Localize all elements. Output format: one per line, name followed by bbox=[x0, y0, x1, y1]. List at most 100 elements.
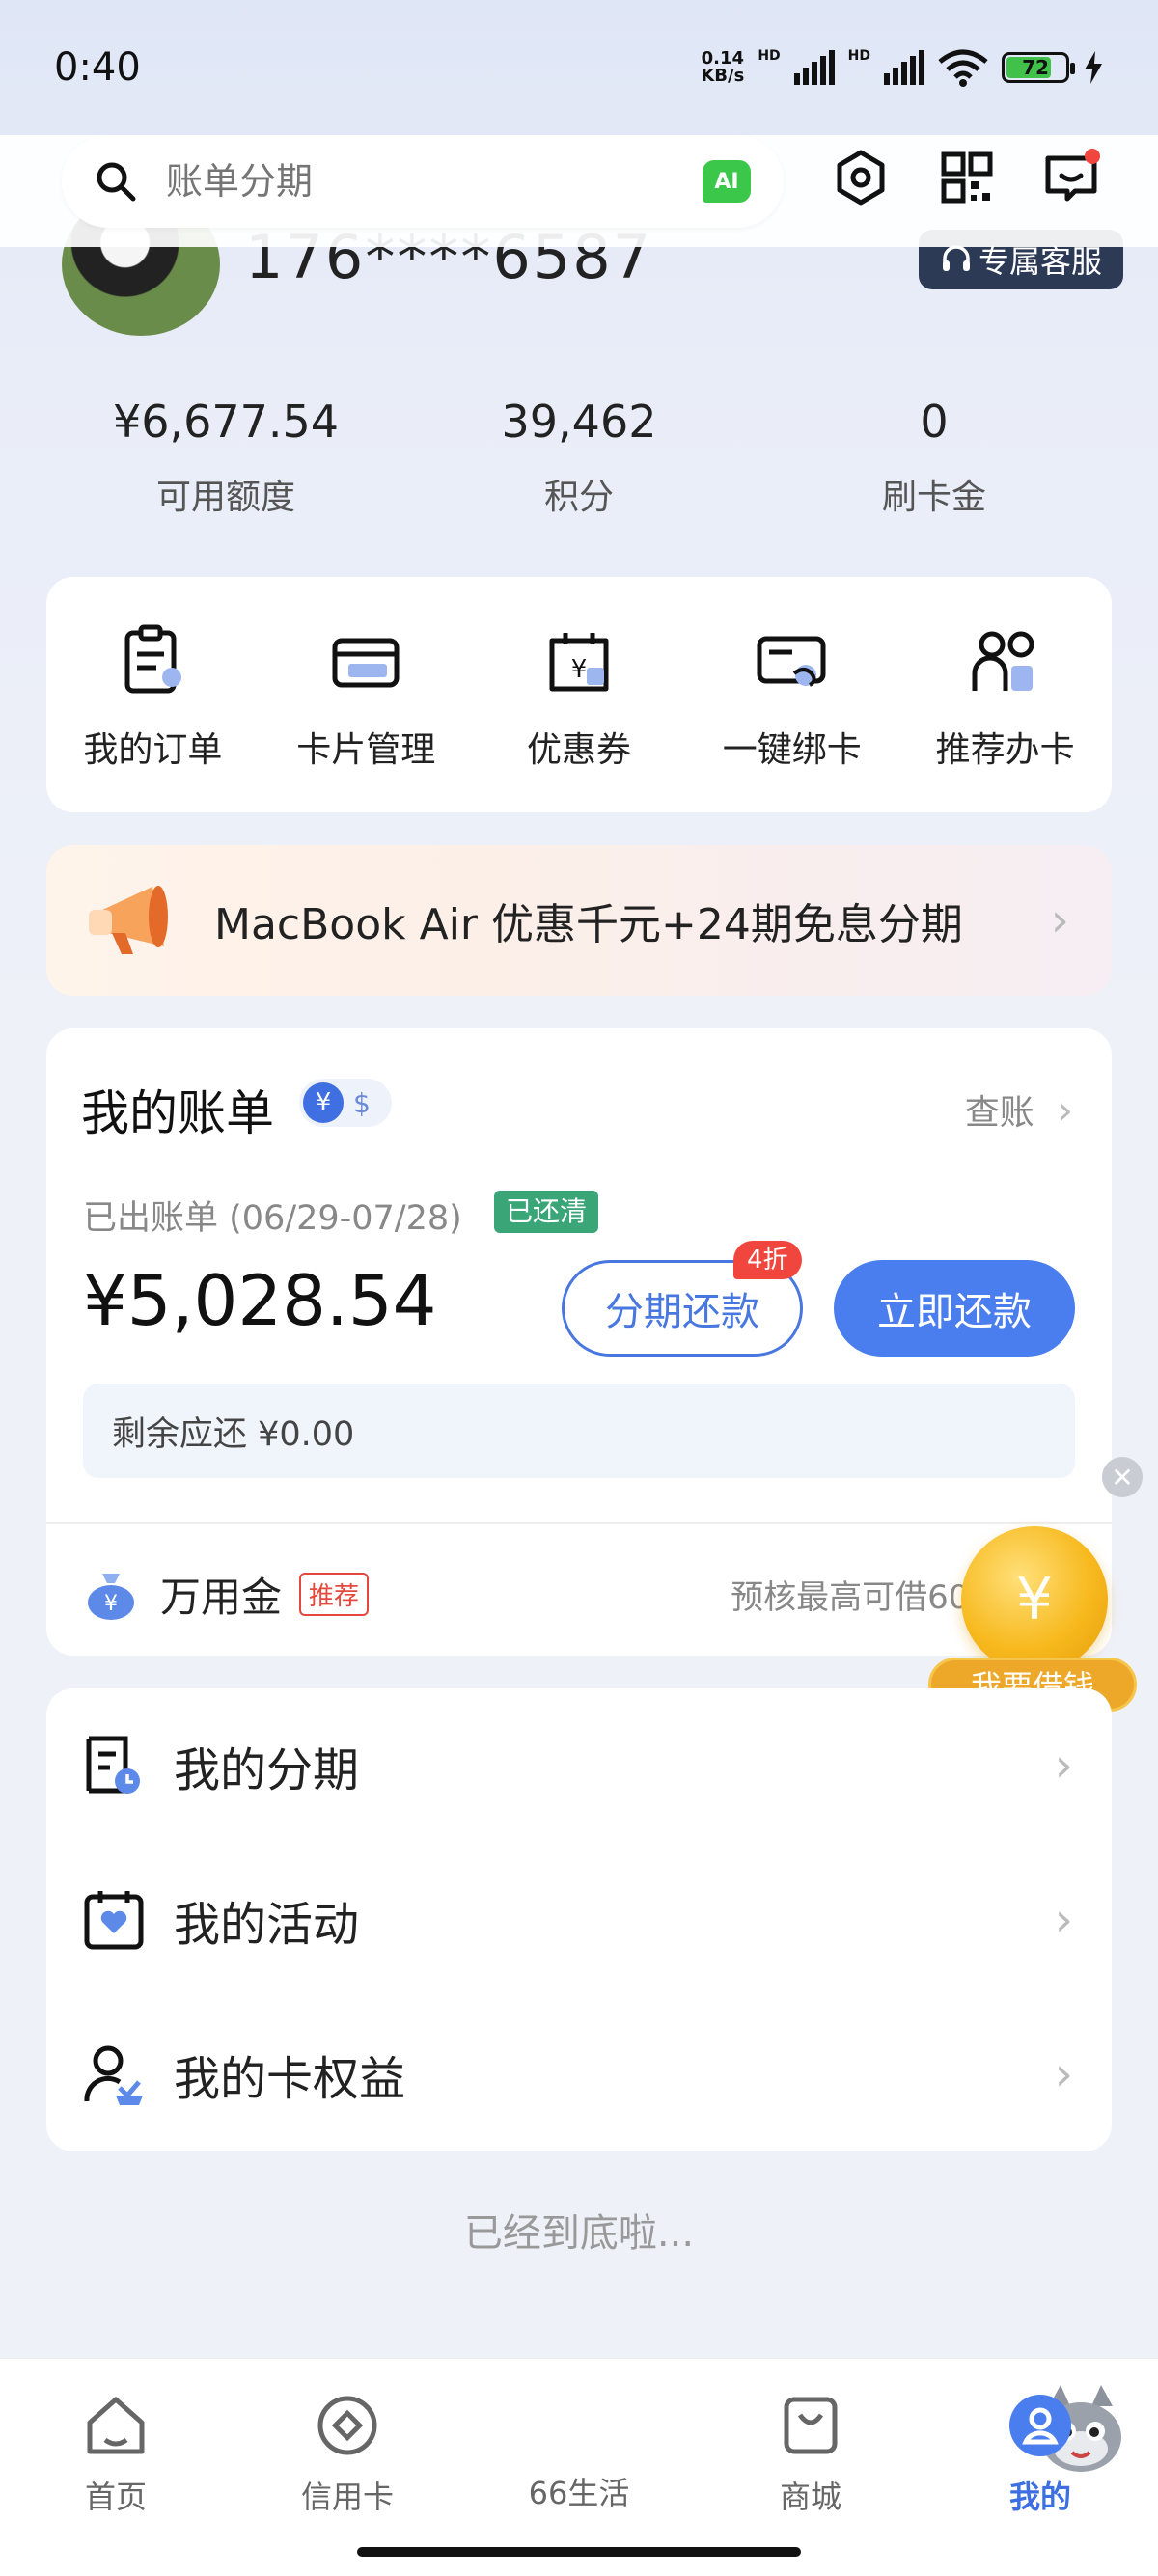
chevron-right-icon: › bbox=[1050, 893, 1069, 947]
quick-menu-recommend-card[interactable]: 推荐办卡 bbox=[898, 577, 1112, 812]
status-bar: 0:40 0.14 KB/s HD HD 72 bbox=[0, 0, 1158, 135]
wanyong-hint: 预核最高可借600 bbox=[731, 1577, 990, 1617]
tab-mine[interactable]: 我的 bbox=[963, 2392, 1117, 2517]
nav-label: 商城 bbox=[779, 2479, 841, 2515]
stat-points[interactable]: 39,462 积分 bbox=[434, 396, 724, 519]
menu-item-label: 我的卡权益 bbox=[174, 2052, 406, 2106]
installment-icon bbox=[86, 1736, 140, 1794]
search-bar[interactable]: AI bbox=[62, 135, 784, 228]
quick-menu-my-orders[interactable]: 我的订单 bbox=[46, 577, 260, 812]
svg-text:¥: ¥ bbox=[104, 1592, 118, 1616]
top-header: AI bbox=[0, 135, 1158, 247]
tab-66-life[interactable]: 66生活 bbox=[502, 2363, 1148, 2513]
bill-amount: ¥5,028.54 bbox=[83, 1260, 437, 1341]
credit-card-icon bbox=[317, 2396, 377, 2455]
end-of-list-text: 已经到底啦... bbox=[463, 2211, 695, 2256]
tab-credit-card[interactable]: 信用卡 bbox=[270, 2392, 425, 2517]
chevron-right-icon: › bbox=[1054, 1739, 1073, 1793]
ai-assistant-button[interactable]: AI bbox=[703, 160, 751, 203]
discount-badge: 4折 bbox=[733, 1241, 802, 1279]
nav-label: 我的 bbox=[1008, 2479, 1071, 2515]
quick-menu-coupons[interactable]: ¥ 优惠券 bbox=[473, 577, 686, 812]
stat-label: 刷卡金 bbox=[881, 478, 986, 517]
shopping-bag-icon bbox=[784, 2397, 838, 2454]
remaining-due: 剩余应还 ¥0.00 bbox=[83, 1384, 1075, 1478]
tab-mall[interactable]: 商城 bbox=[733, 2392, 888, 2517]
hd-label: HD bbox=[847, 48, 870, 64]
search-input[interactable] bbox=[166, 160, 703, 203]
quick-menu-card-management[interactable]: 卡片管理 bbox=[260, 577, 473, 812]
stat-value: ¥6,677.54 bbox=[112, 396, 340, 448]
stat-label: 可用额度 bbox=[155, 478, 295, 517]
cny-icon: ¥ bbox=[303, 1082, 344, 1123]
stat-available-credit[interactable]: ¥6,677.54 可用额度 bbox=[81, 396, 371, 519]
money-bag-icon: ¥ bbox=[88, 1574, 134, 1620]
stat-value: 0 bbox=[920, 396, 949, 448]
menu-item-label: 我的活动 bbox=[174, 1898, 360, 1952]
recommend-icon bbox=[972, 631, 1034, 691]
bill-card: 我的账单 ¥ $ 查账 › 已出账单 (06/29-07/28) 已还清 ¥5,… bbox=[46, 1028, 1112, 1656]
chevron-right-icon: › bbox=[1054, 2047, 1073, 2101]
megaphone-icon bbox=[89, 886, 168, 954]
currency-switch[interactable]: ¥ $ bbox=[299, 1079, 392, 1127]
nav-label: 首页 bbox=[84, 2479, 147, 2515]
wanyong-label: 万用金 bbox=[160, 1573, 283, 1621]
menu-item-label: 我的分期 bbox=[174, 1743, 360, 1797]
signal-icon bbox=[793, 50, 835, 85]
settings-icon[interactable] bbox=[832, 149, 890, 206]
quick-menu-label: 优惠券 bbox=[526, 730, 631, 770]
hd-label: HD bbox=[758, 48, 781, 64]
svg-text:¥: ¥ bbox=[571, 655, 588, 684]
recommend-badge: 推荐 bbox=[299, 1572, 370, 1616]
wifi-icon bbox=[938, 49, 988, 87]
tab-home[interactable]: 首页 bbox=[39, 2392, 193, 2517]
bind-card-icon bbox=[757, 636, 826, 687]
stat-swipe-bonus[interactable]: 0 刷卡金 bbox=[789, 396, 1079, 519]
quick-menu: 我的订单 卡片管理 ¥ 优惠券 一键绑卡 推荐办卡 bbox=[46, 577, 1112, 812]
card-icon bbox=[332, 638, 400, 688]
bill-title: 我的账单 bbox=[81, 1085, 274, 1141]
nav-label: 信用卡 bbox=[300, 2479, 394, 2515]
usd-icon: $ bbox=[353, 1086, 371, 1119]
check-bill-link[interactable]: 查账 › bbox=[965, 1084, 1073, 1135]
menu-item-my-card-rights[interactable]: 我的卡权益 › bbox=[46, 1997, 1112, 2151]
divider bbox=[46, 1522, 1112, 1524]
user-icon bbox=[1009, 2395, 1071, 2456]
battery-level: 72 bbox=[1022, 56, 1049, 79]
battery-icon: 72 bbox=[1002, 52, 1075, 83]
net-speed-unit: KB/s bbox=[701, 66, 745, 86]
quick-menu-bind-card[interactable]: 一键绑卡 bbox=[685, 577, 898, 812]
scan-qr-icon[interactable] bbox=[938, 149, 996, 206]
message-icon[interactable] bbox=[1042, 149, 1100, 206]
quick-menu-label: 我的订单 bbox=[83, 730, 223, 770]
search-icon bbox=[96, 162, 136, 202]
headset-icon bbox=[942, 245, 970, 271]
status-badge: 已还清 bbox=[494, 1191, 599, 1233]
menu-item-my-installments[interactable]: 我的分期 › bbox=[46, 1688, 1112, 1843]
check-bill-label: 查账 bbox=[964, 1093, 1034, 1133]
status-indicators: 0.14 KB/s HD HD 72 bbox=[701, 48, 1104, 87]
promo-text: MacBook Air 优惠千元+24期免息分期 bbox=[214, 900, 963, 949]
chevron-right-icon: › bbox=[1054, 1893, 1073, 1947]
close-icon[interactable]: ✕ bbox=[1102, 1457, 1143, 1497]
activity-icon bbox=[84, 1891, 144, 1950]
stat-label: 积分 bbox=[543, 478, 614, 517]
my-menu-list: 我的分期 › 我的活动 › 我的卡权益 › bbox=[46, 1688, 1112, 2151]
repay-now-button[interactable]: 立即还款 bbox=[834, 1260, 1075, 1357]
promo-banner[interactable]: MacBook Air 优惠千元+24期免息分期 › bbox=[46, 845, 1112, 996]
nav-label: 66生活 bbox=[528, 2475, 630, 2511]
quick-menu-label: 推荐办卡 bbox=[935, 730, 1075, 770]
status-time: 0:40 bbox=[54, 45, 141, 90]
net-speed: 0.14 KB/s bbox=[701, 50, 744, 85]
card-rights-icon bbox=[84, 2045, 143, 2105]
menu-item-my-activities[interactable]: 我的活动 › bbox=[46, 1843, 1112, 1997]
quick-menu-label: 一键绑卡 bbox=[722, 730, 862, 770]
charging-icon bbox=[1085, 51, 1102, 84]
wanyong-loan-row[interactable]: ¥ 万用金 推荐 预核最高可借600 bbox=[83, 1555, 1077, 1632]
coin-icon[interactable]: ¥ bbox=[961, 1526, 1108, 1673]
home-icon bbox=[87, 2397, 145, 2454]
order-icon bbox=[124, 624, 182, 694]
coupon-icon: ¥ bbox=[549, 633, 609, 692]
home-indicator bbox=[357, 2547, 801, 2557]
signal-icon bbox=[884, 50, 924, 85]
